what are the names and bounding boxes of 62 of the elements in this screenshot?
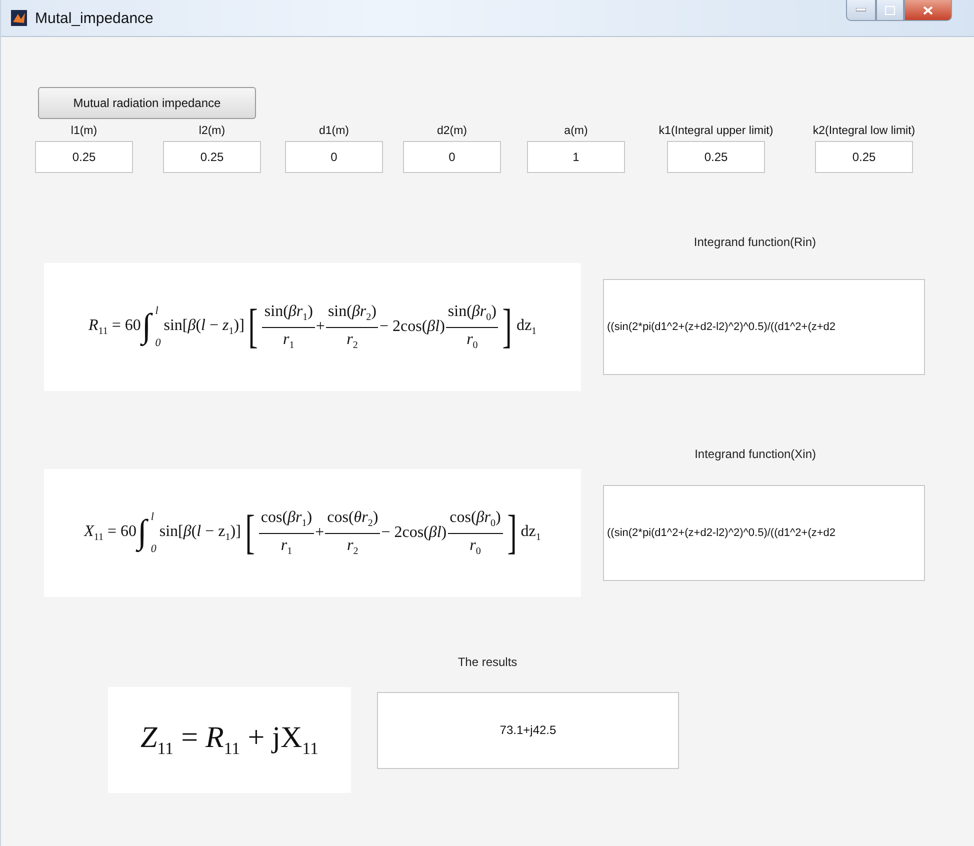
window-title: Mutal_impedance [35, 10, 154, 26]
formula-term: R$_{11}$ = 60 [88, 316, 141, 338]
result-field[interactable]: 73.1+j42.5 [377, 692, 679, 768]
bracket: ] [507, 509, 517, 557]
app-icon [11, 10, 27, 26]
field-label: a(m) [564, 125, 588, 137]
formula-term: + [315, 524, 324, 542]
denominator: r$_{0}$ [470, 536, 481, 557]
integrand-field[interactable]: ((sin(2*pi(d1^2+(z+d2-l2)^2)^0.5)/((d1^2+(z+d2 [603, 485, 925, 581]
close-button[interactable] [904, 0, 952, 21]
formula-term: − 2cos(βl) [379, 318, 445, 336]
formula-term: Z$_{11}$ = R$_{11}$ + jX$_{11}$ [140, 721, 318, 759]
denominator: r$_{1}$ [280, 536, 292, 557]
minimize-button[interactable] [846, 0, 876, 21]
maximize-button[interactable] [876, 0, 904, 21]
numerator: cos(βr$_{1}$) [258, 509, 314, 534]
integral-sign: ∫ [138, 514, 147, 552]
bracket: [ [248, 303, 258, 351]
number-field[interactable]: 0.25 [667, 141, 765, 173]
field-label: d1(m) [318, 125, 350, 137]
formula-term: X$_{11}$ = 60 [84, 522, 137, 544]
formula-term: − 2cos(βl) [381, 524, 447, 542]
minimize-icon [856, 8, 866, 12]
upper-limit: l [150, 511, 155, 523]
close-icon [923, 6, 933, 14]
denominator: r$_{2}$ [347, 536, 358, 557]
numerator: cos(βr$_{0}$) [448, 509, 503, 534]
numerator: cos(θr$_{2}$) [325, 509, 380, 534]
formula-term: dz$_{1}$ [516, 316, 537, 338]
denominator: r$_{2}$ [346, 330, 358, 351]
field-label: k1(Integral upper limit) [658, 125, 774, 137]
numerator: sin(βr$_{1}$) [262, 303, 315, 328]
formula-term: sin[β(l − z$_{1}$)] [164, 316, 244, 338]
action-button[interactable]: Mutual radiation impedance [38, 87, 256, 119]
denominator: r$_{1}$ [283, 330, 294, 351]
field-caption: Integrand function(Xin) [694, 447, 816, 461]
bracket: [ [245, 509, 255, 557]
denominator: r$_{0}$ [466, 330, 478, 351]
field-label: k2(Integral low limit) [812, 125, 916, 137]
field-caption: Integrand function(Rin) [694, 235, 816, 249]
field-label: l1(m) [70, 125, 98, 137]
upper-limit: l [155, 305, 160, 317]
lower-limit: 0 [150, 543, 156, 555]
number-field[interactable]: 0.25 [35, 141, 133, 173]
field-label: l2(m) [198, 125, 226, 137]
numerator: sin(βr$_{2}$) [326, 303, 378, 328]
number-field[interactable]: 0.25 [163, 141, 261, 173]
integrand-field[interactable]: ((sin(2*pi(d1^2+(z+d2-l2)^2)^0.5)/((d1^2+(z+d2 [603, 279, 925, 375]
formula-term: sin[β(l − z$_{1}$)] [159, 522, 241, 544]
bracket: ] [502, 303, 512, 351]
maximize-icon [885, 6, 895, 14]
integral-sign: ∫ [142, 308, 152, 346]
formula-term: dz$_{1}$ [520, 522, 541, 544]
lower-limit: 0 [155, 337, 161, 349]
numerator: sin(βr$_{0}$) [446, 303, 498, 328]
number-field[interactable]: 0.25 [815, 141, 913, 173]
number-field[interactable]: 0 [403, 141, 501, 173]
field-label: d2(m) [436, 125, 468, 137]
number-field[interactable]: 0 [285, 141, 383, 173]
number-field[interactable]: 1 [527, 141, 625, 173]
field-caption: The results [458, 655, 518, 669]
formula-term: + [316, 318, 325, 336]
